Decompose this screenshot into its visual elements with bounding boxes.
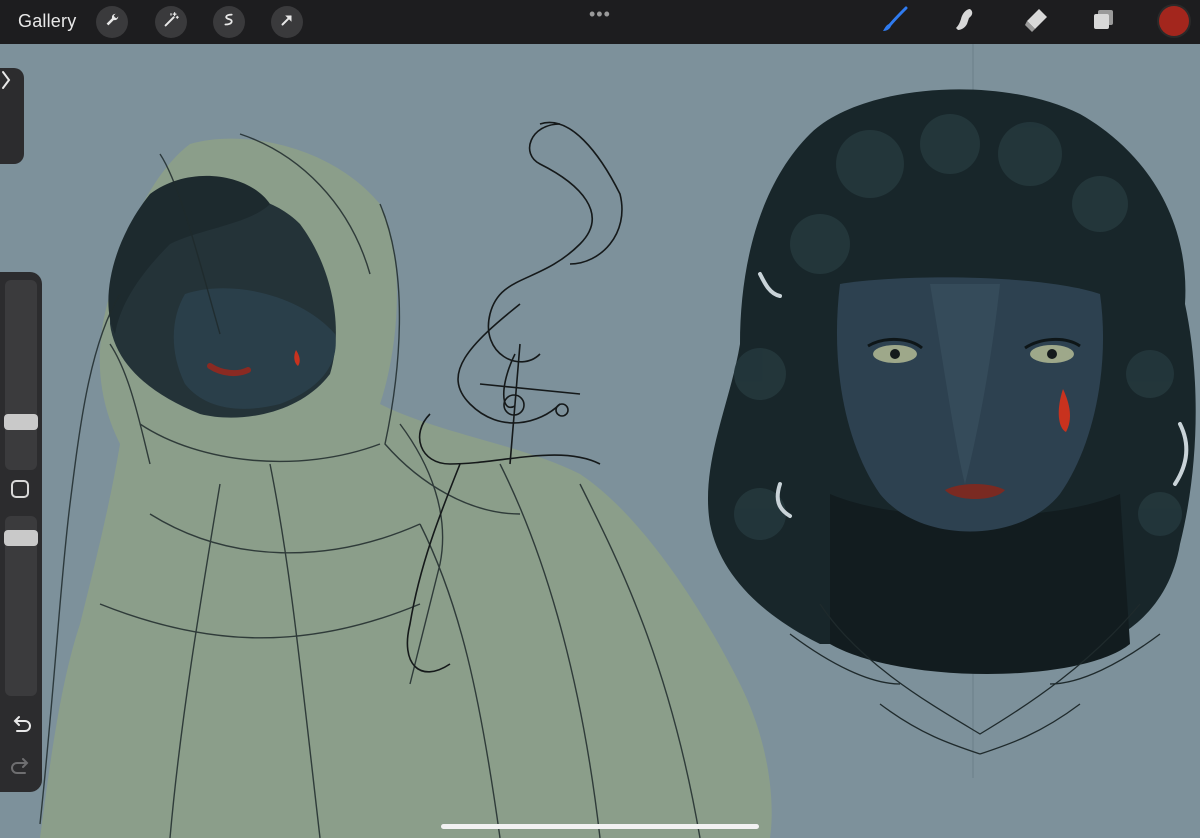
artwork (39, 44, 1196, 838)
adjustments-button[interactable] (155, 6, 187, 38)
eraser-icon (1022, 6, 1050, 39)
layers-icon (1090, 6, 1118, 39)
transform-arrow-icon (278, 11, 296, 34)
transform-button[interactable] (271, 6, 303, 38)
modify-button[interactable] (11, 480, 29, 498)
home-indicator[interactable] (441, 824, 759, 829)
magic-wand-icon (162, 11, 180, 34)
sidebar (0, 272, 42, 792)
more-options-button[interactable]: ••• (589, 4, 611, 25)
top-toolbar: Gallery ••• (0, 0, 1200, 44)
layers-button[interactable] (1088, 6, 1120, 38)
color-picker-button[interactable] (1159, 6, 1189, 36)
brush-size-slider[interactable] (5, 280, 37, 470)
selection-icon (220, 11, 238, 34)
gallery-button[interactable]: Gallery (18, 11, 76, 32)
paint-tool-button[interactable] (878, 6, 910, 38)
smudge-icon (950, 6, 978, 39)
eraser-tool-button[interactable] (1020, 6, 1052, 38)
selection-button[interactable] (213, 6, 245, 38)
opacity-handle[interactable] (4, 530, 38, 546)
brush-icon (880, 6, 908, 39)
undo-icon[interactable] (10, 714, 32, 736)
actions-button[interactable] (96, 6, 128, 38)
smudge-tool-button[interactable] (948, 6, 980, 38)
drawing-canvas[interactable] (0, 44, 1200, 838)
sidebar-toggle[interactable] (0, 68, 24, 164)
redo-icon[interactable] (10, 756, 32, 778)
brush-size-handle[interactable] (4, 414, 38, 430)
wrench-icon (103, 11, 121, 34)
